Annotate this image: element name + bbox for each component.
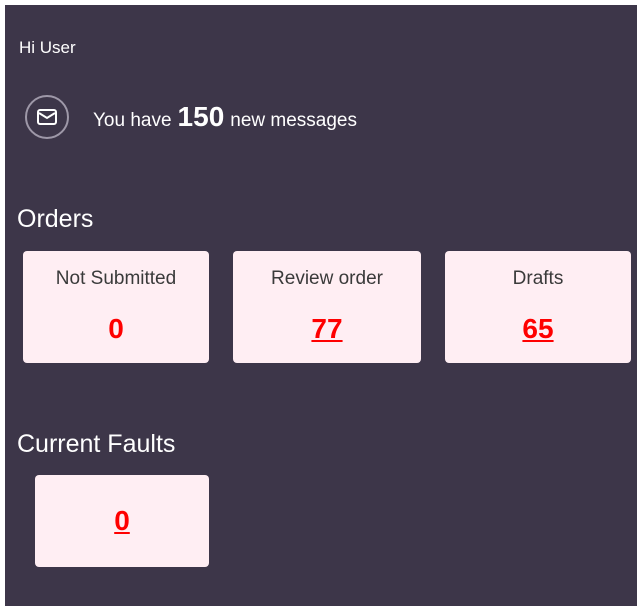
current-faults-value-link[interactable]: 0 xyxy=(35,505,209,537)
messages-text: You have 150 new messages xyxy=(93,101,357,133)
order-card-not-submitted: Not Submitted 0 xyxy=(23,251,209,363)
messages-count: 150 xyxy=(177,101,225,132)
greeting-text: Hi User xyxy=(19,38,76,57)
order-card-drafts[interactable]: Drafts 65 xyxy=(445,251,631,363)
order-card-value-link[interactable]: 77 xyxy=(233,313,421,345)
order-card-review-order[interactable]: Review order 77 xyxy=(233,251,421,363)
messages-summary: You have 150 new messages xyxy=(25,93,357,141)
order-card-value-link[interactable]: 65 xyxy=(445,313,631,345)
current-faults-title: Current Faults xyxy=(17,430,176,458)
messages-prefix: You have xyxy=(93,110,172,131)
dashboard-panel: Hi User You have 150 new messages Orders… xyxy=(5,5,637,606)
current-faults-card[interactable]: 0 xyxy=(35,475,209,567)
messages-suffix: new messages xyxy=(230,110,357,131)
order-card-label: Review order xyxy=(271,268,383,289)
envelope-icon[interactable] xyxy=(25,95,69,139)
orders-title: Orders xyxy=(17,205,94,233)
order-card-label: Not Submitted xyxy=(55,268,177,289)
order-card-label: Drafts xyxy=(512,268,564,289)
order-card-value: 0 xyxy=(108,313,124,344)
